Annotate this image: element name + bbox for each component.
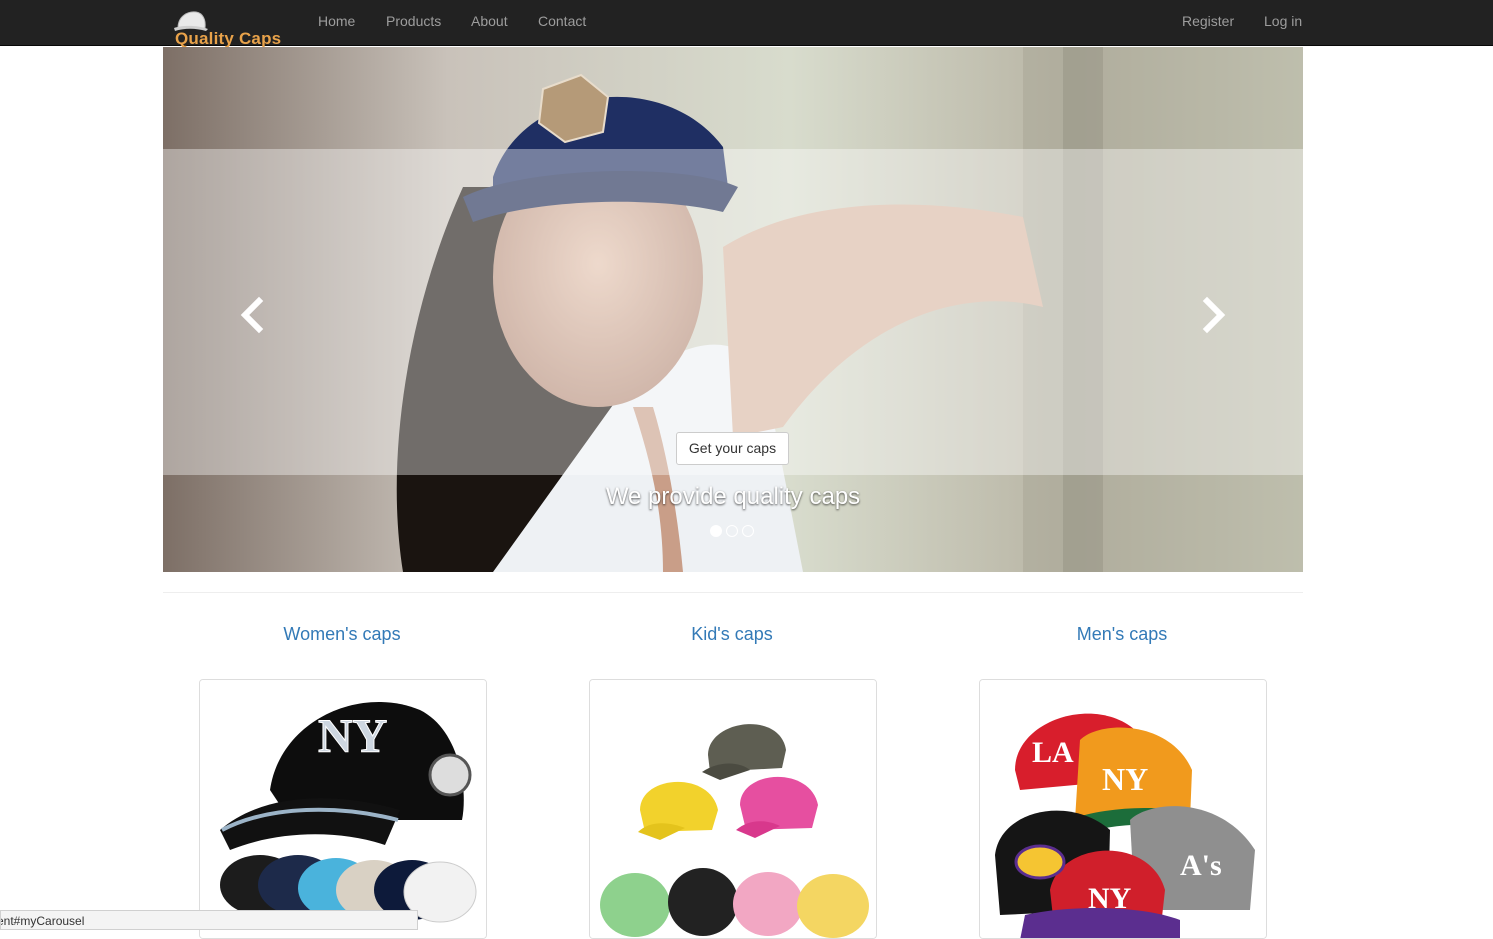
kids-caps-image xyxy=(590,680,876,938)
hero-overlay-band xyxy=(163,149,1303,475)
svg-text:NY: NY xyxy=(1102,761,1148,797)
status-url-text: ent#myCarousel xyxy=(0,914,85,928)
nav-about-link[interactable]: About xyxy=(471,0,508,42)
svg-text:LA: LA xyxy=(1032,736,1074,769)
chevron-right-icon xyxy=(1202,296,1226,334)
chevron-left-icon xyxy=(240,296,264,334)
nav-home-link[interactable]: Home xyxy=(318,0,355,42)
svg-text:NY: NY xyxy=(1088,882,1132,915)
womens-caps-thumbnail[interactable]: NY xyxy=(199,679,487,939)
carousel-next-control[interactable] xyxy=(1193,293,1233,337)
carousel-indicator-2[interactable] xyxy=(726,525,738,537)
nav-products-link[interactable]: Products xyxy=(386,0,441,42)
carousel-indicator-3[interactable] xyxy=(742,525,754,537)
kids-caps-thumbnail[interactable] xyxy=(589,679,877,939)
get-caps-button[interactable]: Get your caps xyxy=(676,432,789,465)
carousel-prev-control[interactable] xyxy=(233,293,273,337)
browser-status-bar: ent#myCarousel xyxy=(0,910,418,930)
mens-caps-thumbnail[interactable]: LA NY A's NY xyxy=(979,679,1267,939)
carousel-caption: We provide quality caps xyxy=(605,483,861,510)
mens-caps-image: LA NY A's NY xyxy=(980,680,1266,938)
carousel-indicator-1[interactable] xyxy=(710,525,722,537)
kids-caps-link[interactable]: Kid's caps xyxy=(542,624,922,645)
svg-text:A's: A's xyxy=(1180,849,1222,882)
womens-caps-image: NY xyxy=(200,680,486,938)
brand-name: Quality Caps xyxy=(175,29,282,48)
carousel-indicators xyxy=(710,524,756,538)
nav-login-link[interactable]: Log in xyxy=(1264,0,1302,42)
womens-caps-link[interactable]: Women's caps xyxy=(152,624,532,645)
nav-register-link[interactable]: Register xyxy=(1182,0,1234,42)
top-navbar: Quality Caps Home Products About Contact… xyxy=(0,0,1493,48)
svg-text:NY: NY xyxy=(318,710,387,763)
brand-logo[interactable]: Quality Caps xyxy=(170,6,282,48)
nav-contact-link[interactable]: Contact xyxy=(538,0,586,42)
mens-caps-link[interactable]: Men's caps xyxy=(932,624,1312,645)
hero-carousel: Get your caps We provide quality caps xyxy=(163,47,1303,572)
section-divider xyxy=(163,592,1303,593)
